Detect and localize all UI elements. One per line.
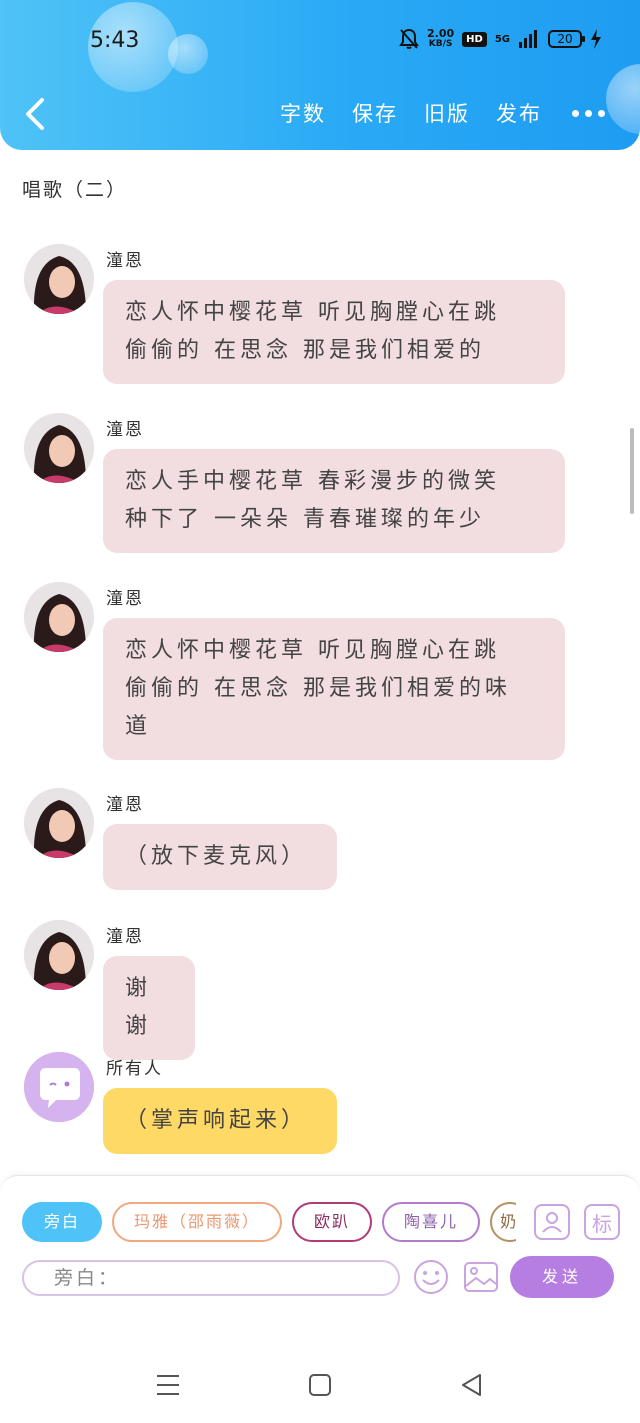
net-speed-value: 2.00 [427,27,455,40]
message-line: 道 [125,714,152,739]
speaker-name: 潼恩 [106,927,144,947]
message-line: 偷偷的 在思念 那是我们相爱的 [125,338,485,363]
battery-indicator: 20 [548,30,585,48]
hd-badge: HD [462,31,487,47]
emoji-icon[interactable] [412,1258,450,1296]
message-input[interactable]: 旁白： [22,1260,400,1296]
signal-bars-icon [519,30,537,48]
speaker-name: 潼恩 [106,795,144,815]
message-bubble[interactable]: （放下麦克风） [103,824,337,890]
role-chip[interactable]: 玛雅（邵雨薇） [112,1202,283,1242]
signal-type: 5G [494,33,510,45]
mark-button[interactable]: 标 [584,1204,620,1240]
message-bubble[interactable]: 恋人怀中樱花草 听见胸膛心在跳 偷偷的 在思念 那是我们相爱的味 道 [103,618,565,760]
message-bubble[interactable]: 谢谢 [103,956,195,1060]
composer-panel: 旁白 玛雅（邵雨薇） 欧趴 陶喜儿奶 标 旁白： 发送 [0,1175,640,1347]
home-icon[interactable] [306,1371,334,1399]
message-bubble[interactable]: （掌声响起来） [103,1088,337,1154]
avatar[interactable] [24,244,94,314]
avatar[interactable] [24,582,94,652]
image-icon[interactable] [462,1258,500,1296]
avatar[interactable] [24,920,94,990]
role-chip-narrator[interactable]: 旁白 [22,1202,103,1242]
back-nav-icon[interactable] [458,1371,486,1399]
message-line: 种下了 一朵朵 青春璀璨的年少 [125,507,485,532]
page-title: 唱歌（二） [22,179,128,201]
message-line: 恋人怀中樱花草 听见胸膛心在跳 [125,300,500,325]
avatar[interactable] [24,788,94,858]
role-chip[interactable]: 陶喜儿 [382,1202,481,1242]
message-line: （放下麦克风） [125,844,308,869]
message-bubble[interactable]: 恋人怀中樱花草 听见胸膛心在跳 偷偷的 在思念 那是我们相爱的 [103,280,565,384]
net-speed: 2.00 KB/S [427,28,454,50]
message-line: （掌声响起来） [125,1108,308,1133]
save-button[interactable]: 保存 [352,98,398,128]
app-header: 5:43 2.00 KB/S HD 5G 20 字数 保存 旧版 发布 [0,0,640,150]
message-line: 偷偷的 在思念 那是我们相爱的味 [125,676,511,701]
add-role-icon[interactable] [534,1204,570,1240]
header-menu: 字数 保存 旧版 发布 [280,98,605,128]
status-icons: 2.00 KB/S HD 5G 20 [399,28,602,50]
role-chip[interactable]: 奶 [490,1202,516,1242]
decor-bubble [606,64,640,134]
speaker-name: 潼恩 [106,420,144,440]
chat-bubble-icon [24,1052,94,1122]
old-version-button[interactable]: 旧版 [424,98,470,128]
menu-icon[interactable] [154,1371,182,1399]
system-nav-bar [0,1347,640,1423]
group-avatar[interactable] [24,1052,94,1122]
speaker-name: 潼恩 [106,251,144,271]
speaker-name: 所有人 [106,1059,163,1079]
net-speed-unit: KB/S [428,39,453,49]
charging-icon [591,29,601,49]
avatar[interactable] [24,413,94,483]
send-button[interactable]: 发送 [510,1256,614,1298]
status-time: 5:43 [90,28,140,53]
word-count-button[interactable]: 字数 [280,98,326,128]
scrollbar[interactable] [630,428,634,514]
message-line: 恋人怀中樱花草 听见胸膛心在跳 [125,638,500,663]
role-chip[interactable]: 欧趴 [292,1202,373,1242]
message-line: 恋人手中樱花草 春彩漫步的微笑 [125,469,500,494]
status-bar: 5:43 2.00 KB/S HD 5G 20 [0,22,640,62]
mute-bell-icon [399,28,419,49]
publish-button[interactable]: 发布 [496,98,542,128]
message-line: 谢谢 [125,976,152,1039]
back-icon[interactable] [22,96,52,132]
speaker-name: 潼恩 [106,589,144,609]
message-bubble[interactable]: 恋人手中樱花草 春彩漫步的微笑 种下了 一朵朵 青春璀璨的年少 [103,449,565,553]
more-icon[interactable] [572,109,605,117]
role-chips: 旁白 玛雅（邵雨薇） 欧趴 陶喜儿奶 [22,1202,516,1246]
